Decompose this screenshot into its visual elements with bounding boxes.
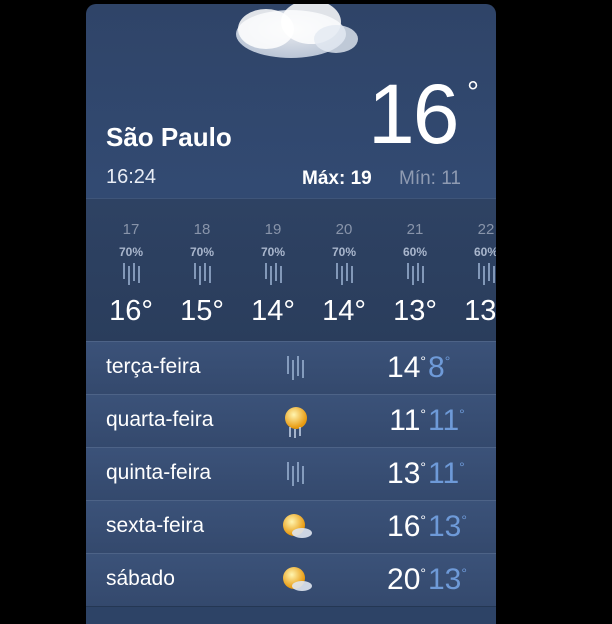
high-temp: 14° bbox=[387, 351, 426, 384]
hour-label: 17 bbox=[122, 221, 140, 238]
rain-drops-icon bbox=[265, 263, 282, 285]
hour-label: 20 bbox=[335, 221, 353, 238]
day-name: terça-feira bbox=[106, 355, 201, 378]
hour-temperature: 16° bbox=[109, 295, 153, 327]
rain-drops-icon bbox=[478, 263, 495, 285]
low-temp: 11° bbox=[428, 404, 465, 437]
rain-icon bbox=[287, 462, 304, 486]
daily-row: terça-feira 14° 8° bbox=[86, 341, 496, 395]
day-name: quinta-feira bbox=[106, 461, 212, 484]
hour-label: 18 bbox=[193, 221, 211, 238]
daily-row: quinta-feira 13° 11° bbox=[86, 447, 496, 501]
low-temp: 13° bbox=[428, 510, 467, 543]
sun-rain-icon bbox=[285, 407, 307, 438]
rain-drops-icon bbox=[336, 263, 353, 285]
city-name: São Paulo bbox=[106, 122, 232, 152]
hour-temperature: 13° bbox=[393, 295, 437, 327]
high-temp: 11° bbox=[389, 404, 426, 437]
daily-row: sábado 20° 13° bbox=[86, 553, 496, 607]
rain-chance: 70% bbox=[331, 245, 357, 259]
day-name: sexta-feira bbox=[106, 514, 205, 537]
day-name: quarta-feira bbox=[106, 408, 214, 431]
hour-temperature: 14° bbox=[251, 295, 295, 327]
rain-chance: 60% bbox=[473, 245, 496, 259]
hour-temperature: 15° bbox=[180, 295, 224, 327]
high-temp: 13° bbox=[387, 457, 426, 490]
sun-cloud-icon bbox=[283, 567, 312, 591]
day-name: sábado bbox=[106, 567, 175, 590]
rain-drops-icon bbox=[123, 263, 140, 285]
cloud-icon bbox=[236, 4, 358, 58]
hour-temperature: 13° bbox=[464, 295, 496, 327]
hour-label: 21 bbox=[406, 221, 424, 238]
weather-card: São Paulo 16:24 16 ° Máx: 19 Mín: 11 17 … bbox=[86, 4, 496, 624]
min-temperature: Mín: 11 bbox=[399, 168, 461, 189]
hour-label: 22 bbox=[477, 221, 495, 238]
sun-cloud-icon bbox=[283, 514, 312, 538]
high-temp: 16° bbox=[387, 510, 426, 543]
rain-chance: 60% bbox=[402, 245, 428, 259]
rain-drops-icon bbox=[407, 263, 424, 285]
hourly-forecast[interactable]: 17 70% 16° 18 70% 15° 19 70% 14° 20 70% … bbox=[86, 198, 496, 345]
rain-chance: 70% bbox=[118, 245, 144, 259]
rain-icon bbox=[287, 356, 304, 380]
degree-symbol: ° bbox=[467, 76, 479, 109]
high-temp: 20° bbox=[387, 563, 426, 596]
daily-row: sexta-feira 16° 13° bbox=[86, 500, 496, 554]
hour-label: 19 bbox=[264, 221, 282, 238]
rain-chance: 70% bbox=[189, 245, 215, 259]
low-temp: 13° bbox=[428, 563, 467, 596]
rain-drops-icon bbox=[194, 263, 211, 285]
rain-chance: 70% bbox=[260, 245, 286, 259]
max-temperature: Máx: 19 bbox=[302, 168, 372, 189]
local-time: 16:24 bbox=[106, 166, 157, 188]
low-temp: 11° bbox=[428, 457, 465, 490]
low-temp: 8° bbox=[428, 351, 451, 384]
daily-row: quarta-feira 11° 11° bbox=[86, 394, 496, 448]
current-temperature: 16 bbox=[368, 67, 459, 161]
hour-temperature: 14° bbox=[322, 295, 366, 327]
